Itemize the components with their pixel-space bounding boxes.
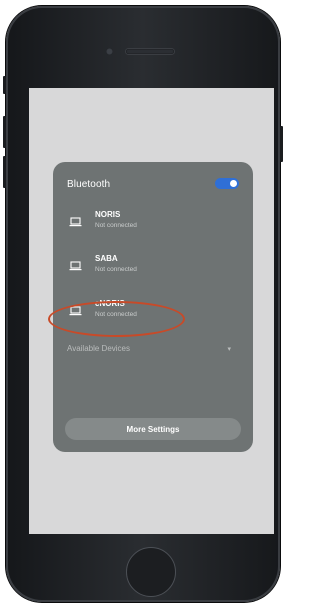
earpiece-speaker	[126, 49, 174, 54]
device-name: SABA	[95, 254, 118, 263]
available-devices-header[interactable]: Available Devices ▾	[67, 344, 239, 353]
power-button	[280, 126, 283, 162]
device-item-saba[interactable]: SABA Not connected	[65, 254, 225, 280]
highlight-circle	[48, 301, 185, 337]
volume-down-button	[3, 156, 6, 188]
device-status: Not connected	[95, 266, 137, 273]
side-button	[3, 76, 6, 94]
more-settings-button[interactable]: More Settings	[65, 418, 241, 440]
bluetooth-title: Bluetooth	[67, 179, 111, 190]
chevron-down-icon: ▾	[227, 346, 231, 353]
home-button[interactable]	[126, 547, 176, 597]
available-devices-label: Available Devices	[67, 344, 130, 353]
device-name: NORIS	[95, 210, 121, 219]
volume-up-button	[3, 116, 6, 148]
bluetooth-toggle[interactable]	[215, 178, 239, 189]
laptop-icon	[69, 261, 82, 271]
laptop-icon	[69, 217, 82, 227]
device-status: Not connected	[95, 222, 137, 229]
phone-frame: Bluetooth NORIS Not connected SABA Not c…	[3, 6, 283, 602]
toggle-knob	[230, 180, 237, 187]
phone-screen: Bluetooth NORIS Not connected SABA Not c…	[29, 88, 274, 534]
device-item-noris[interactable]: NORIS Not connected	[65, 210, 225, 236]
front-camera	[106, 48, 113, 55]
